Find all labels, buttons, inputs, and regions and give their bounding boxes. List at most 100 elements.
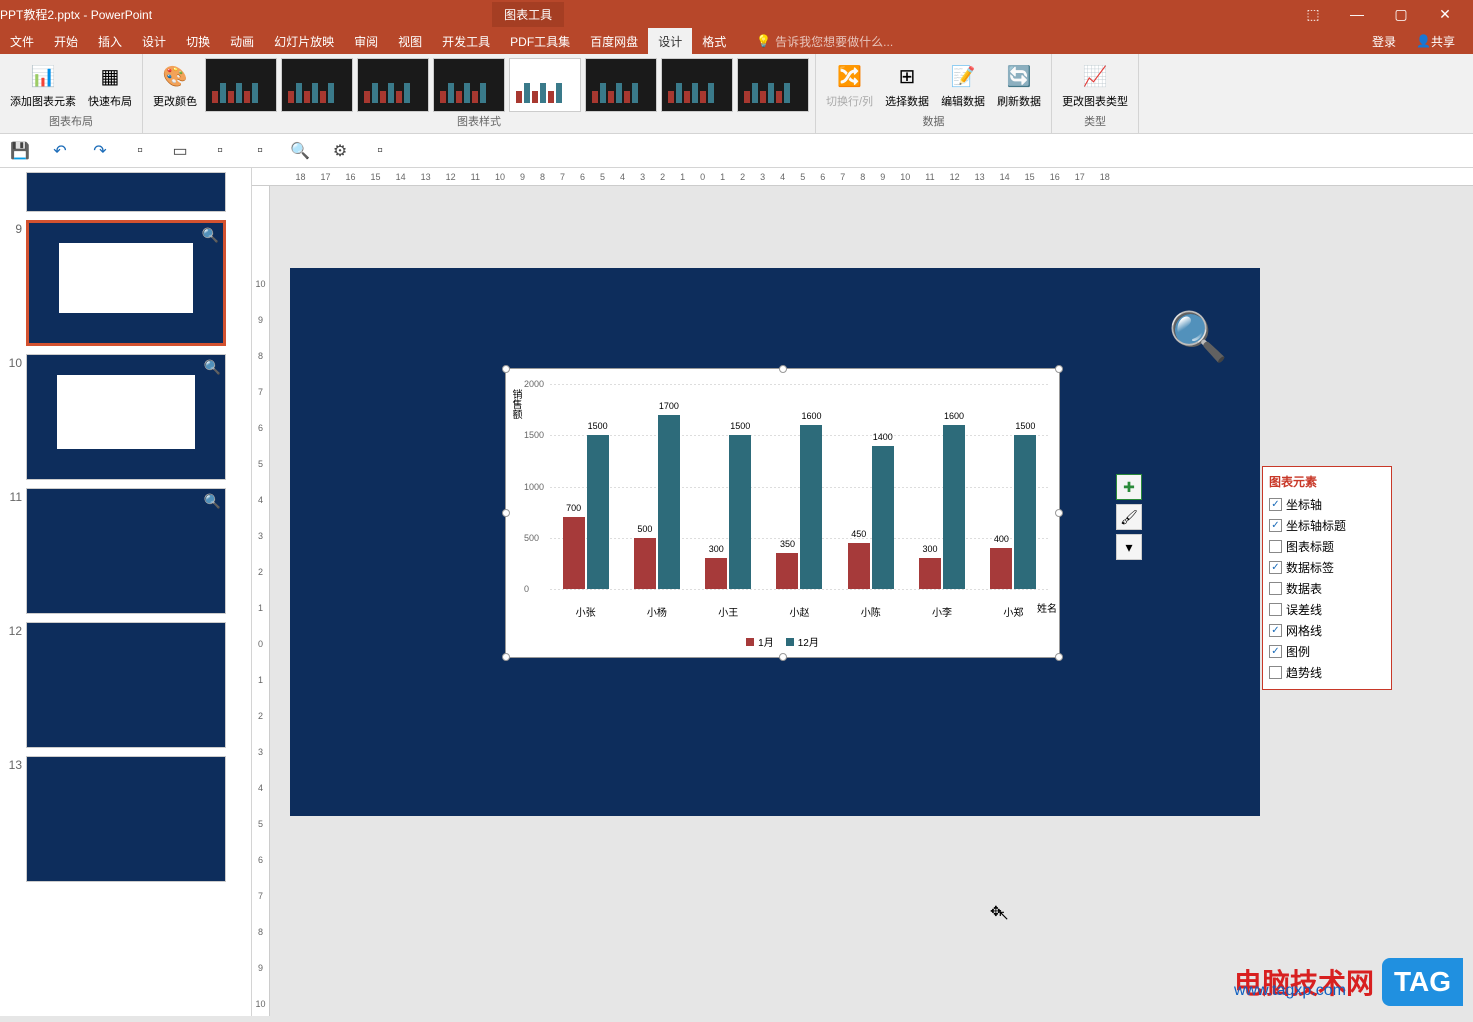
qat-btn-10[interactable]: ▫	[368, 139, 392, 163]
chart-style-7[interactable]	[661, 58, 733, 112]
chart-style-2[interactable]	[281, 58, 353, 112]
qat-btn-7[interactable]: ▫	[248, 139, 272, 163]
chart-element-option[interactable]: 数据表	[1269, 578, 1385, 599]
save-button[interactable]: 💾	[8, 139, 32, 163]
checkbox-icon: ✓	[1269, 624, 1282, 637]
menu-chart-design[interactable]: 设计	[648, 28, 692, 54]
slide-canvas[interactable]: 🔍 销售额 姓名 0500100015002000 70015005001700…	[290, 268, 1260, 816]
qat-btn-4[interactable]: ▫	[128, 139, 152, 163]
share-icon: 👤	[1416, 34, 1431, 48]
chart-elements-popup: 图表元素 ✓坐标轴✓坐标轴标题图表标题✓数据标签数据表误差线✓网格线✓图例趋势线	[1262, 466, 1392, 690]
select-data-icon: ⊞	[891, 61, 923, 93]
menu-review[interactable]: 审阅	[344, 28, 388, 54]
checkbox-icon	[1269, 582, 1282, 595]
layout-icon: ▦	[94, 61, 126, 93]
menubar: 文件 开始 插入 设计 切换 动画 幻灯片放映 审阅 视图 开发工具 PDF工具…	[0, 28, 1473, 54]
quick-layout-button[interactable]: ▦ 快速布局	[84, 59, 136, 111]
chart-legend[interactable]: 1月12月	[506, 634, 1059, 649]
qat-btn-8[interactable]: 🔍	[288, 139, 312, 163]
slide-thumb-13[interactable]	[26, 756, 226, 882]
chart-element-option[interactable]: ✓数据标签	[1269, 557, 1385, 578]
slide-thumb-8[interactable]	[26, 172, 226, 212]
qat-btn-6[interactable]: ▫	[208, 139, 232, 163]
watermark: 电脑技术网 www.tagxp.com TAG	[1234, 958, 1463, 1006]
select-data-button[interactable]: ⊞选择数据	[881, 59, 933, 111]
qat-btn-9[interactable]: ⚙	[328, 139, 352, 163]
chart-element-option[interactable]: ✓网格线	[1269, 620, 1385, 641]
maximize-button[interactable]: ▢	[1381, 0, 1421, 28]
x-axis-labels[interactable]: 小张小杨小王小赵小陈小李小郑	[550, 604, 1049, 619]
colors-icon: 🎨	[159, 61, 191, 93]
slide-thumb-10[interactable]: 🔍	[26, 354, 226, 480]
menu-animations[interactable]: 动画	[220, 28, 264, 54]
change-colors-button[interactable]: 🎨 更改颜色	[149, 59, 201, 111]
slide-thumbnail-panel[interactable]: 9🔍 10🔍 11🔍 12 13	[0, 168, 252, 1016]
chart-style-6[interactable]	[585, 58, 657, 112]
checkbox-icon: ✓	[1269, 498, 1282, 511]
window-options-button[interactable]: ⬚	[1293, 0, 1333, 28]
menu-insert[interactable]: 插入	[88, 28, 132, 54]
qat-btn-5[interactable]: ▭	[168, 139, 192, 163]
lightbulb-icon: 💡	[756, 34, 771, 48]
login-button[interactable]: 登录	[1362, 28, 1406, 54]
chart-element-option[interactable]: 误差线	[1269, 599, 1385, 620]
slide-thumb-12[interactable]	[26, 622, 226, 748]
chart-element-option[interactable]: ✓坐标轴标题	[1269, 515, 1385, 536]
ribbon-group-data: 数据	[822, 113, 1045, 131]
menu-file[interactable]: 文件	[0, 28, 44, 54]
zoom-icon: 🔍	[202, 227, 219, 244]
undo-button[interactable]: ↶	[48, 139, 72, 163]
close-button[interactable]: ✕	[1425, 0, 1465, 28]
edit-data-button[interactable]: 📝编辑数据	[937, 59, 989, 111]
chart-style-1[interactable]	[205, 58, 277, 112]
vertical-ruler[interactable]: 10987654321012345678910	[252, 186, 270, 1016]
menu-transitions[interactable]: 切换	[176, 28, 220, 54]
chart-element-option[interactable]: ✓坐标轴	[1269, 494, 1385, 515]
menu-developer[interactable]: 开发工具	[432, 28, 500, 54]
checkbox-icon: ✓	[1269, 519, 1282, 532]
context-tab-label: 图表工具	[492, 2, 564, 27]
menu-chart-format[interactable]: 格式	[692, 28, 736, 54]
chart-element-option[interactable]: 图表标题	[1269, 536, 1385, 557]
menu-baidu[interactable]: 百度网盘	[580, 28, 648, 54]
chart-style-3[interactable]	[357, 58, 429, 112]
redo-button[interactable]: ↷	[88, 139, 112, 163]
zoom-icon: 🔍	[204, 359, 221, 376]
minimize-button[interactable]: —	[1337, 0, 1377, 28]
menu-pdf[interactable]: PDF工具集	[500, 28, 580, 54]
horizontal-ruler[interactable]: 1817161514131211109876543210123456789101…	[252, 168, 1473, 186]
switch-row-col-button[interactable]: 🔀切换行/列	[822, 59, 877, 111]
chart-style-8[interactable]	[737, 58, 809, 112]
share-button[interactable]: 👤共享	[1406, 28, 1465, 54]
ribbon-group-type: 类型	[1058, 113, 1132, 131]
chart-element-option[interactable]: ✓图例	[1269, 641, 1385, 662]
tell-me-input[interactable]: 💡 告诉我您想要做什么...	[756, 33, 893, 50]
checkbox-icon	[1269, 666, 1282, 679]
chart-style-5[interactable]	[509, 58, 581, 112]
checkbox-icon	[1269, 603, 1282, 616]
chart-styles-button[interactable]: 🖌	[1116, 504, 1142, 530]
change-chart-type-button[interactable]: 📈更改图表类型	[1058, 59, 1132, 111]
chart-plot-area[interactable]: 7001500500170030015003501600450140030016…	[550, 384, 1049, 589]
menu-design[interactable]: 设计	[132, 28, 176, 54]
ribbon: 📊 添加图表元素 ▦ 快速布局 图表布局 🎨 更改颜色 图表样式	[0, 54, 1473, 134]
menu-slideshow[interactable]: 幻灯片放映	[264, 28, 344, 54]
chart-element-option[interactable]: 趋势线	[1269, 662, 1385, 683]
edit-data-icon: 📝	[947, 61, 979, 93]
chart-element-icon: 📊	[27, 61, 59, 93]
menu-view[interactable]: 视图	[388, 28, 432, 54]
refresh-data-button[interactable]: 🔄刷新数据	[993, 59, 1045, 111]
y-axis-title[interactable]: 销售额	[508, 389, 523, 419]
chart-elements-button[interactable]: ✚	[1116, 474, 1142, 500]
move-cursor-icon: ✥↖	[990, 903, 1013, 920]
magnifier-icon: 🔍	[1168, 308, 1228, 365]
chart-object[interactable]: 销售额 姓名 0500100015002000 7001500500170030…	[505, 368, 1060, 658]
switch-icon: 🔀	[834, 61, 866, 93]
chart-style-4[interactable]	[433, 58, 505, 112]
add-chart-element-button[interactable]: 📊 添加图表元素	[6, 59, 80, 111]
slide-thumb-9[interactable]: 🔍	[26, 220, 226, 346]
slide-thumb-11[interactable]: 🔍	[26, 488, 226, 614]
chart-filters-button[interactable]: ▾	[1116, 534, 1142, 560]
refresh-icon: 🔄	[1003, 61, 1035, 93]
menu-home[interactable]: 开始	[44, 28, 88, 54]
